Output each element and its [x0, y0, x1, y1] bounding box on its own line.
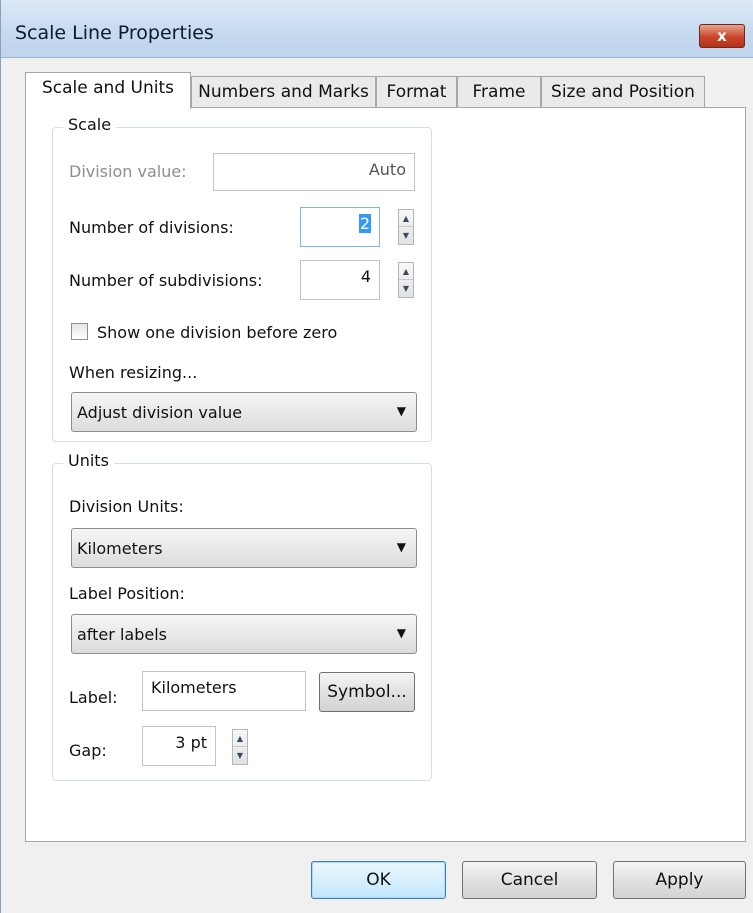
gap-spinner[interactable]: ▲ ▼ — [232, 729, 248, 765]
tab-numbers-and-marks[interactable]: Numbers and Marks — [191, 76, 376, 108]
spin-up-icon[interactable]: ▲ — [399, 210, 413, 227]
tab-size-and-position[interactable]: Size and Position — [541, 76, 705, 108]
division-units-dropdown[interactable]: Kilometers ▼ — [71, 528, 417, 568]
close-button[interactable]: x — [699, 24, 745, 48]
apply-button[interactable]: Apply — [613, 861, 746, 899]
dialog-window: Scale Line Properties x Scale and Units … — [0, 0, 753, 913]
division-units-value: Kilometers — [77, 539, 163, 558]
scale-group: Scale Division value: Auto Number of div… — [52, 115, 432, 442]
spin-down-icon[interactable]: ▼ — [399, 227, 413, 244]
division-value-field[interactable]: Auto — [213, 153, 415, 191]
tab-panel: Scale Division value: Auto Number of div… — [25, 107, 746, 842]
num-divisions-spinner[interactable]: ▲ ▼ — [398, 209, 414, 245]
label-text-label: Label: — [69, 688, 118, 707]
show-one-division-checkbox[interactable] — [71, 323, 88, 340]
label-text-field[interactable]: Kilometers — [142, 671, 306, 711]
label-position-value: after labels — [77, 625, 167, 644]
label-position-dropdown[interactable]: after labels ▼ — [71, 614, 417, 654]
show-one-division-label: Show one division before zero — [97, 323, 338, 342]
spin-down-icon[interactable]: ▼ — [399, 280, 413, 297]
cancel-button[interactable]: Cancel — [462, 861, 597, 899]
when-resizing-label: When resizing... — [69, 363, 198, 382]
division-value-label: Division value: — [69, 162, 187, 181]
gap-label: Gap: — [69, 741, 107, 760]
tab-scale-and-units[interactable]: Scale and Units — [25, 72, 191, 109]
num-divisions-value: 2 — [358, 214, 371, 233]
when-resizing-value: Adjust division value — [77, 403, 243, 422]
units-group-label: Units — [63, 451, 114, 470]
dropdown-arrow-icon: ▼ — [396, 626, 406, 640]
gap-field[interactable]: 3 pt — [142, 726, 216, 766]
title-bar[interactable]: Scale Line Properties x — [1, 0, 753, 58]
spin-up-icon[interactable]: ▲ — [399, 263, 413, 280]
spin-down-icon[interactable]: ▼ — [233, 747, 247, 764]
num-divisions-label: Number of divisions: — [69, 218, 234, 237]
num-divisions-field[interactable]: 2 — [300, 207, 380, 247]
scale-group-label: Scale — [63, 115, 117, 134]
num-subdivisions-label: Number of subdivisions: — [69, 271, 263, 290]
units-group: Units Division Units: Kilometers ▼ Label… — [52, 451, 432, 781]
dropdown-arrow-icon: ▼ — [396, 404, 406, 418]
label-position-label: Label Position: — [69, 584, 185, 603]
dropdown-arrow-icon: ▼ — [396, 540, 406, 554]
division-units-label: Division Units: — [69, 497, 184, 516]
symbol-button[interactable]: Symbol... — [319, 672, 415, 712]
window-title: Scale Line Properties — [15, 22, 214, 44]
num-subdivisions-field[interactable]: 4 — [300, 260, 380, 300]
spin-up-icon[interactable]: ▲ — [233, 730, 247, 747]
ok-button[interactable]: OK — [311, 861, 446, 899]
tab-frame[interactable]: Frame — [457, 76, 541, 108]
close-icon: x — [717, 27, 727, 45]
num-subdivisions-spinner[interactable]: ▲ ▼ — [398, 262, 414, 298]
tab-format[interactable]: Format — [376, 76, 457, 108]
when-resizing-dropdown[interactable]: Adjust division value ▼ — [71, 392, 417, 432]
